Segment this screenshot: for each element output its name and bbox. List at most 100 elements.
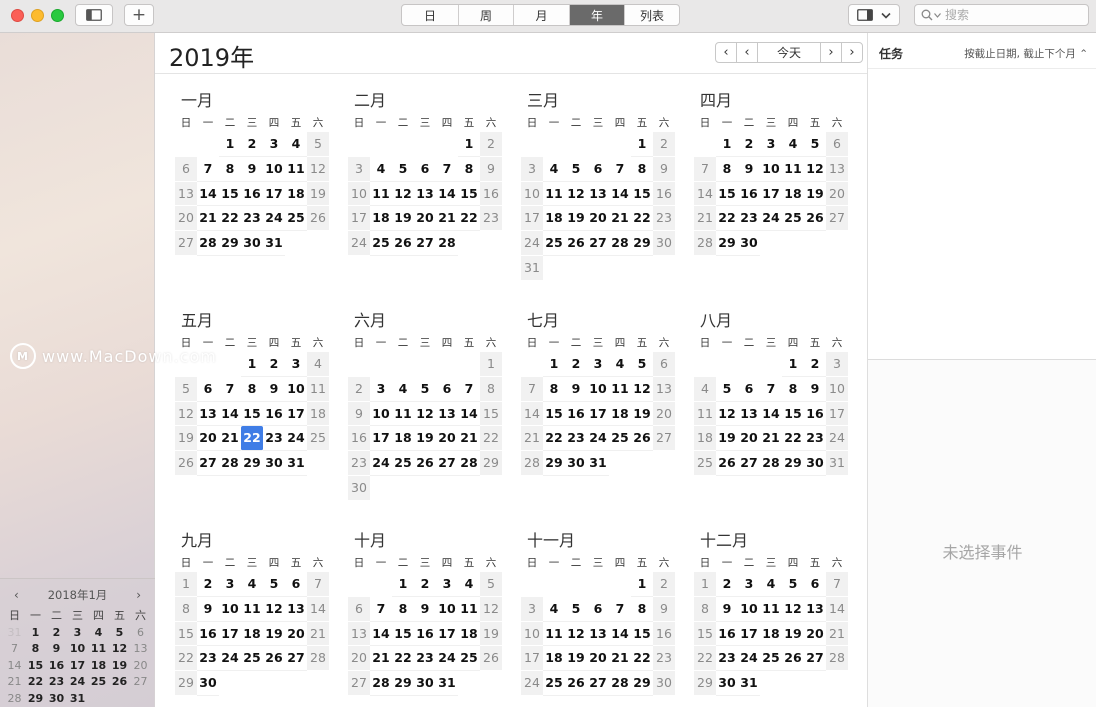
day-cell[interactable]: 21 — [694, 206, 716, 232]
day-cell[interactable]: 3 — [760, 132, 782, 157]
mini-day-cell[interactable]: 25 — [88, 674, 109, 691]
day-cell[interactable]: 31 — [521, 255, 543, 281]
day-cell[interactable]: 16 — [565, 402, 587, 427]
day-cell[interactable]: 27 — [348, 671, 370, 696]
mini-day-cell[interactable]: 16 — [46, 658, 67, 675]
day-cell[interactable]: 30 — [348, 475, 370, 501]
day-cell[interactable]: 10 — [219, 597, 241, 622]
day-cell[interactable]: 5 — [307, 132, 329, 157]
day-cell[interactable]: 2 — [414, 572, 436, 597]
mini-day-cell[interactable]: 1 — [25, 625, 46, 642]
day-cell[interactable]: 1 — [458, 132, 480, 157]
day-cell[interactable]: 7 — [458, 377, 480, 402]
mini-day-cell[interactable]: 27 — [130, 674, 151, 691]
day-cell[interactable]: 20 — [197, 426, 219, 452]
day-cell[interactable]: 19 — [307, 181, 329, 207]
day-cell[interactable]: 20 — [587, 206, 609, 232]
day-cell[interactable]: 24 — [370, 451, 392, 476]
day-cell[interactable]: 26 — [565, 671, 587, 696]
day-cell[interactable]: 11 — [609, 377, 631, 402]
mini-day-cell[interactable]: 31 — [4, 625, 25, 642]
day-cell[interactable]: 5 — [565, 597, 587, 622]
prev-month-button[interactable]: ‹ — [736, 42, 758, 63]
day-cell[interactable]: 3 — [370, 377, 392, 402]
day-cell[interactable]: 14 — [609, 182, 631, 207]
day-cell[interactable]: 21 — [521, 426, 543, 452]
mini-day-cell[interactable]: 11 — [88, 641, 109, 658]
day-cell[interactable]: 23 — [716, 646, 738, 672]
day-cell[interactable]: 18 — [543, 646, 565, 672]
day-cell[interactable]: 25 — [285, 206, 307, 232]
day-cell[interactable]: 6 — [197, 377, 219, 402]
month-title[interactable]: 十月 — [348, 527, 504, 550]
mini-day-cell[interactable]: 13 — [130, 641, 151, 658]
day-cell[interactable]: 15 — [241, 402, 263, 427]
day-cell[interactable]: 24 — [436, 646, 458, 672]
day-cell[interactable]: 22 — [543, 426, 565, 452]
day-cell[interactable]: 13 — [587, 622, 609, 647]
mini-day-cell[interactable]: 26 — [109, 674, 130, 691]
day-cell[interactable]: 18 — [285, 182, 307, 207]
day-cell[interactable]: 23 — [804, 426, 826, 452]
day-cell[interactable]: 5 — [263, 572, 285, 597]
day-cell[interactable]: 23 — [197, 646, 219, 672]
day-cell[interactable]: 1 — [241, 352, 263, 377]
day-cell[interactable]: 11 — [782, 157, 804, 182]
month-title[interactable]: 六月 — [348, 307, 504, 330]
day-cell[interactable]: 8 — [631, 597, 653, 622]
day-cell[interactable]: 10 — [348, 181, 370, 207]
day-cell[interactable]: 29 — [392, 671, 414, 696]
day-cell[interactable]: 11 — [307, 376, 329, 402]
day-cell[interactable]: 13 — [653, 376, 675, 402]
day-cell[interactable]: 3 — [285, 352, 307, 377]
day-cell[interactable]: 14 — [521, 401, 543, 427]
day-cell[interactable]: 22 — [175, 646, 197, 672]
day-cell[interactable]: 10 — [738, 597, 760, 622]
day-cell[interactable]: 31 — [587, 451, 609, 476]
month-title[interactable]: 二月 — [348, 87, 504, 110]
day-cell[interactable]: 10 — [436, 597, 458, 622]
day-cell[interactable]: 4 — [392, 377, 414, 402]
day-cell[interactable]: 7 — [370, 597, 392, 622]
day-cell[interactable]: 13 — [826, 156, 848, 182]
day-cell[interactable]: 14 — [760, 402, 782, 427]
tasks-sort-menu[interactable]: 按截止日期, 截止下个月 ⌃ — [964, 46, 1088, 61]
day-cell[interactable]: 11 — [285, 157, 307, 182]
day-cell[interactable]: 21 — [760, 426, 782, 452]
day-cell[interactable]: 27 — [175, 231, 197, 256]
day-cell[interactable]: 21 — [370, 646, 392, 672]
day-cell[interactable]: 9 — [197, 597, 219, 622]
day-cell[interactable]: 23 — [241, 206, 263, 232]
search-input[interactable] — [945, 8, 1075, 22]
day-cell[interactable]: 16 — [738, 182, 760, 207]
day-cell[interactable]: 5 — [804, 132, 826, 157]
day-cell[interactable]: 16 — [414, 622, 436, 647]
day-cell[interactable]: 31 — [738, 671, 760, 696]
day-cell[interactable]: 7 — [760, 377, 782, 402]
day-cell[interactable]: 25 — [458, 646, 480, 672]
day-cell[interactable]: 23 — [565, 426, 587, 452]
day-cell[interactable]: 1 — [480, 352, 502, 377]
day-cell[interactable]: 6 — [414, 157, 436, 182]
day-cell[interactable]: 10 — [587, 377, 609, 402]
day-cell[interactable]: 27 — [587, 671, 609, 696]
day-cell[interactable]: 17 — [521, 206, 543, 232]
day-cell[interactable]: 23 — [348, 451, 370, 476]
day-cell[interactable]: 5 — [782, 572, 804, 597]
day-cell[interactable]: 24 — [760, 206, 782, 232]
day-cell[interactable]: 21 — [609, 206, 631, 232]
day-cell[interactable]: 26 — [307, 206, 329, 232]
minimize-window-button[interactable] — [31, 9, 44, 22]
day-cell[interactable]: 28 — [307, 646, 329, 672]
day-cell[interactable]: 25 — [241, 646, 263, 672]
day-cell[interactable]: 14 — [307, 596, 329, 622]
day-cell[interactable]: 4 — [760, 572, 782, 597]
month-title[interactable]: 三月 — [521, 87, 677, 110]
day-cell[interactable]: 16 — [241, 182, 263, 207]
day-cell[interactable]: 8 — [241, 377, 263, 402]
close-window-button[interactable] — [11, 9, 24, 22]
day-cell[interactable]: 20 — [285, 622, 307, 647]
day-cell[interactable]: 8 — [694, 596, 716, 622]
day-cell[interactable]: 28 — [219, 451, 241, 476]
day-cell[interactable]: 20 — [348, 646, 370, 672]
